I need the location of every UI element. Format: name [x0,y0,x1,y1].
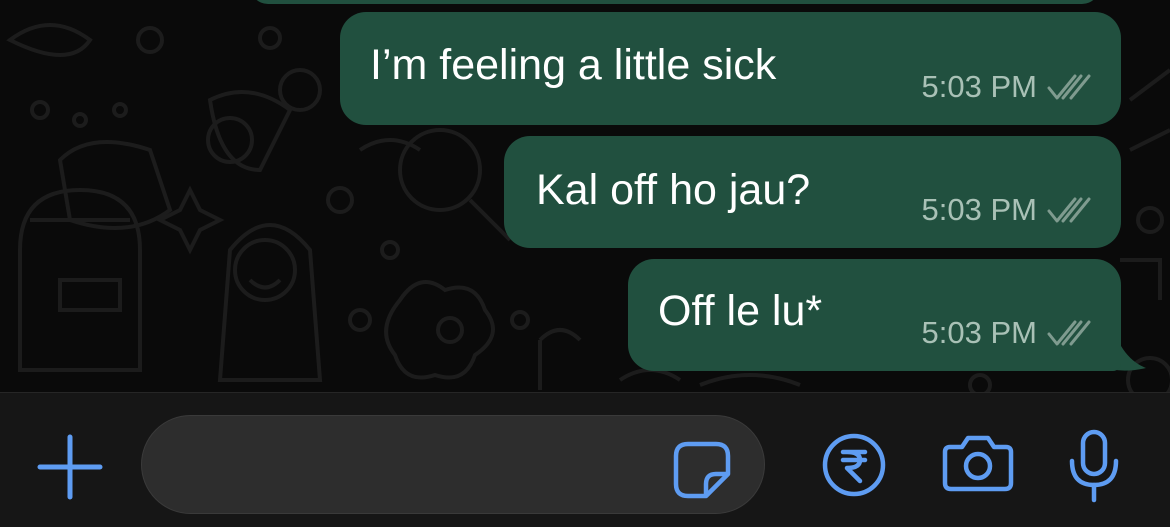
message-meta: 5:03 PM [922,69,1091,105]
microphone-icon[interactable] [1066,429,1122,503]
sticker-icon[interactable] [672,440,732,500]
plus-icon[interactable] [36,433,104,501]
previous-message-bubble[interactable] [250,0,1100,4]
rupee-icon[interactable] [822,433,886,497]
message-time: 5:03 PM [921,315,1037,350]
message-meta: 5:03 PM [922,192,1091,228]
camera-icon[interactable] [942,433,1014,493]
message-time: 5:03 PM [921,192,1037,227]
double-check-icon [1047,197,1091,223]
message-bubble[interactable]: I’m feeling a little sick 5:03 PM [340,12,1121,125]
message-text: I’m feeling a little sick [370,41,777,89]
double-check-icon [1047,320,1091,346]
message-bubble[interactable]: Off le lu* 5:03 PM [628,259,1121,371]
double-check-icon [1047,74,1091,100]
message-meta: 5:03 PM [922,315,1091,351]
chat-message-area[interactable]: I’m feeling a little sick 5:03 PM Kal of… [0,0,1170,392]
message-text: Off le lu* [658,287,823,335]
chat-screen: I’m feeling a little sick 5:03 PM Kal of… [0,0,1170,527]
message-time: 5:03 PM [921,69,1037,104]
message-text: Kal off ho jau? [536,166,811,214]
message-input-bar [0,392,1170,527]
message-bubble[interactable]: Kal off ho jau? 5:03 PM [504,136,1121,248]
